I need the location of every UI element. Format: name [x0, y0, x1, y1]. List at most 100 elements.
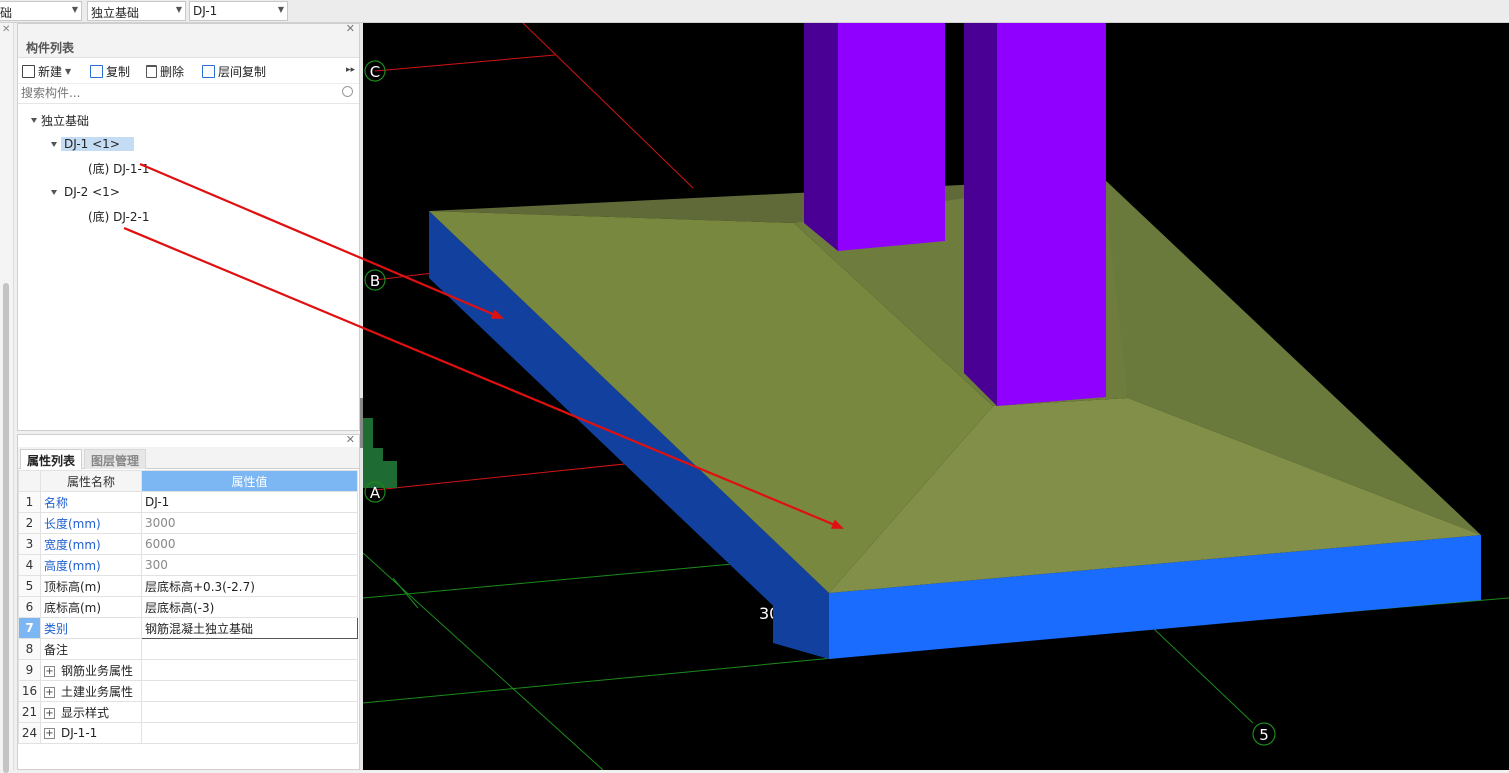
row-value-editor[interactable]: 钢筋混凝土独立基础	[141, 617, 358, 639]
tree-root[interactable]: 独立基础	[31, 110, 89, 130]
axis-bubble-a: A	[364, 481, 386, 503]
copy-icon	[90, 64, 103, 78]
red-grid-line	[522, 23, 694, 189]
green-block	[363, 418, 397, 488]
expand-plus-icon[interactable]: +	[44, 728, 55, 739]
row-name: 高度(mm)	[40, 554, 142, 576]
expand-triangle-icon[interactable]	[51, 141, 57, 147]
component-value: DJ-1	[193, 4, 218, 18]
column-1-side	[804, 23, 838, 251]
component-combo[interactable]: DJ-1 ▼	[189, 1, 288, 21]
floor-combo[interactable]: 础 ▼	[0, 1, 82, 21]
row-num: 5	[18, 575, 41, 597]
header-value: 属性值	[141, 470, 358, 492]
chevron-down-icon: ▼	[65, 66, 72, 76]
table-row[interactable]: 2 长度(mm) 3000	[18, 512, 358, 534]
row-value[interactable]: DJ-1	[141, 491, 358, 513]
tab-layer-management[interactable]: 图层管理	[84, 449, 147, 469]
component-type-combo[interactable]: 独立基础 ▼	[87, 1, 186, 21]
row-name: 底标高(m)	[40, 596, 142, 618]
row-num: 9	[18, 659, 41, 681]
tree-child-label: (底) DJ-2-1	[88, 209, 150, 224]
viewport-canvas[interactable]: C B A 5 300	[363, 23, 1509, 770]
header-num	[18, 470, 41, 492]
table-row[interactable]: 5 顶标高(m) 层底标高+0.3(-2.7)	[18, 575, 358, 597]
table-row[interactable]: 3 宽度(mm) 6000	[18, 533, 358, 555]
copy-floor-button[interactable]: 层间复制	[202, 62, 266, 80]
delete-button-label: 删除	[160, 64, 185, 79]
tree-item-label: DJ-1 <1>	[61, 137, 134, 151]
trash-icon	[146, 64, 157, 78]
row-value[interactable]: 层底标高+0.3(-2.7)	[141, 575, 358, 597]
row-num: 7	[18, 617, 41, 639]
new-button-label: 新建	[38, 64, 63, 79]
left-scroll-strip: ✕	[0, 23, 14, 773]
table-row-group[interactable]: 16 + 土建业务属性	[18, 680, 358, 702]
new-file-icon	[22, 64, 35, 78]
table-row-selected[interactable]: 7 类别 钢筋混凝土独立基础	[18, 617, 358, 639]
row-value[interactable]	[141, 638, 358, 660]
copy-button[interactable]: 复制	[90, 62, 130, 80]
tree-root-label: 独立基础	[41, 113, 90, 128]
axis-label-a: A	[370, 484, 381, 502]
table-row[interactable]: 4 高度(mm) 300	[18, 554, 358, 576]
row-num: 3	[18, 533, 41, 555]
new-button[interactable]: 新建 ▼	[22, 62, 71, 80]
tree-child-dj2-1[interactable]: (底) DJ-2-1	[88, 206, 149, 226]
property-table-header: 属性名称 属性值	[18, 470, 358, 492]
table-row-group[interactable]: 21 + 显示样式	[18, 701, 358, 723]
expand-plus-icon[interactable]: +	[44, 665, 55, 677]
close-icon[interactable]: ✕	[346, 433, 355, 446]
axis-a-line	[374, 459, 664, 491]
row-value[interactable]: 300	[141, 554, 358, 576]
table-row-group[interactable]: 24 + DJ-1-1	[18, 722, 358, 744]
column-1-front	[838, 23, 945, 251]
table-row[interactable]: 8 备注	[18, 638, 358, 660]
axis-c-line	[374, 54, 556, 72]
tree-item-dj2[interactable]: DJ-2 <1>	[51, 182, 120, 202]
tab-property-list[interactable]: 属性列表	[20, 449, 83, 469]
row-value	[141, 659, 358, 681]
property-tabs: 属性列表 图层管理	[18, 447, 359, 469]
row-name: 备注	[40, 638, 142, 660]
row-value[interactable]: 6000	[141, 533, 358, 555]
expand-plus-icon[interactable]: +	[44, 686, 55, 698]
row-name: 名称	[40, 491, 142, 513]
tree-child-dj1-1[interactable]: (底) DJ-1-1	[88, 158, 149, 178]
row-name: 顶标高(m)	[40, 575, 142, 597]
table-row[interactable]: 6 底标高(m) 层底标高(-3)	[18, 596, 358, 618]
search-icon[interactable]	[342, 86, 353, 97]
expand-triangle-icon[interactable]	[31, 117, 37, 123]
more-icon[interactable]: ▸▸	[346, 65, 355, 75]
search-input[interactable]	[18, 84, 318, 102]
row-num: 6	[18, 596, 41, 618]
row-name: 钢筋业务属性	[61, 663, 134, 678]
row-value[interactable]: 层底标高(-3)	[141, 596, 358, 618]
row-value[interactable]: 3000	[141, 512, 358, 534]
column-2-side	[964, 23, 997, 406]
copy-floor-icon	[202, 64, 215, 78]
header-name: 属性名称	[40, 470, 142, 492]
tree-item-dj1[interactable]: DJ-1 <1>	[51, 134, 134, 154]
3d-viewport[interactable]: C B A 5 300	[363, 23, 1509, 770]
row-num: 16	[18, 680, 41, 702]
axis-label-b: B	[370, 272, 380, 290]
close-icon[interactable]: ✕	[346, 22, 355, 35]
table-row[interactable]: 1 名称 DJ-1	[18, 491, 358, 513]
table-row-group[interactable]: 9 + 钢筋业务属性	[18, 659, 358, 681]
close-icon[interactable]: ✕	[2, 24, 10, 35]
component-type-value: 独立基础	[91, 6, 140, 20]
row-num: 1	[18, 491, 41, 513]
axis-bubble-5: 5	[1252, 722, 1276, 746]
panel-header-bar: ✕	[18, 22, 359, 36]
row-name: 土建业务属性	[61, 684, 134, 699]
delete-button[interactable]: 删除	[146, 62, 184, 80]
row-num: 2	[18, 512, 41, 534]
copy-floor-button-label: 层间复制	[218, 64, 267, 79]
expand-plus-icon[interactable]: +	[44, 707, 55, 719]
scrollbar-thumb[interactable]	[3, 283, 9, 773]
row-num: 4	[18, 554, 41, 576]
row-value	[141, 701, 358, 723]
expand-triangle-icon[interactable]	[51, 189, 57, 195]
green-grid-line	[363, 657, 834, 704]
